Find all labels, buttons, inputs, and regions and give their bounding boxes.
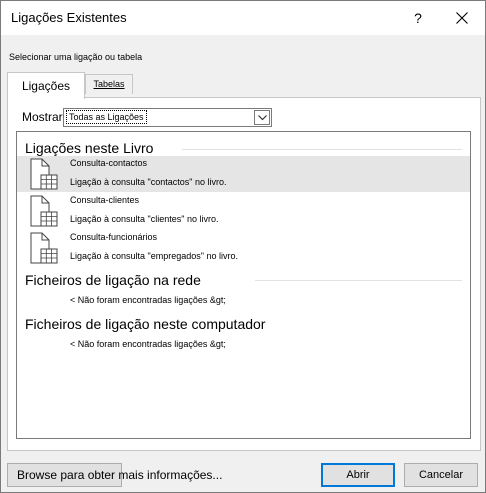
tab-connections-label: Ligações [21, 79, 71, 93]
help-button[interactable]: ? [399, 3, 437, 33]
dialog-title: Ligações Existentes [11, 10, 127, 25]
existing-connections-dialog: Ligações Existentes ? Selecionar uma lig… [0, 0, 486, 493]
section-header-computer: Ficheiros de ligação neste computador [25, 316, 266, 332]
tab-tables[interactable]: Tabelas [85, 74, 133, 94]
tab-tables-label: Tabelas [93, 79, 125, 89]
close-icon [456, 12, 468, 24]
connection-description: Ligação à consulta "empregados" no livro… [70, 251, 238, 261]
show-dropdown[interactable]: Todas as Ligações [63, 108, 272, 127]
tab-panel: Mostrar Todas as Ligações Ligações neste… [7, 97, 481, 451]
chevron-down-icon [258, 115, 267, 121]
table-document-icon [30, 232, 58, 264]
empty-network-message: < Não foram encontradas ligações &gt; [70, 295, 226, 305]
instruction-text: Selecionar uma ligação ou tabela [9, 52, 143, 62]
section-header-network: Ficheiros de ligação na rede [25, 272, 201, 288]
connection-name: Consulta-clientes [70, 195, 140, 205]
table-document-icon [30, 195, 58, 227]
section-divider [255, 280, 462, 281]
title-bar: Ligações Existentes ? [1, 1, 485, 35]
section-header-workbook: Ligações neste Livro [25, 140, 154, 156]
show-label: Mostrar [22, 110, 63, 124]
connection-item[interactable]: Consulta-funcionários Ligação à consulta… [17, 230, 470, 266]
connections-list[interactable]: Ligações neste Livro Consulta-contactos … [16, 131, 471, 439]
cancel-button[interactable]: Cancelar [404, 463, 478, 487]
empty-computer-message: < Não foram encontradas ligações &gt; [70, 339, 226, 349]
connection-description: Ligação à consulta "clientes" no livro. [70, 214, 219, 224]
dropdown-arrow-button[interactable] [254, 110, 270, 125]
connection-description: Ligação à consulta "contactos" no livro. [70, 177, 227, 187]
connection-item[interactable]: Consulta-contactos Ligação à consulta "c… [17, 156, 470, 192]
connection-name: Consulta-funcionários [70, 232, 158, 242]
connection-name: Consulta-contactos [70, 158, 148, 168]
connection-item[interactable]: Consulta-clientes Ligação à consulta "cl… [17, 193, 470, 229]
browse-button[interactable]: Browse para obter mais informações... [7, 463, 222, 487]
table-document-icon [30, 158, 58, 190]
section-divider [182, 149, 462, 150]
show-dropdown-value: Todas as Ligações [66, 110, 147, 124]
open-button[interactable]: Abrir [321, 463, 395, 487]
help-icon: ? [414, 10, 422, 26]
close-button[interactable] [443, 3, 481, 33]
tab-connections[interactable]: Ligações [7, 72, 85, 99]
